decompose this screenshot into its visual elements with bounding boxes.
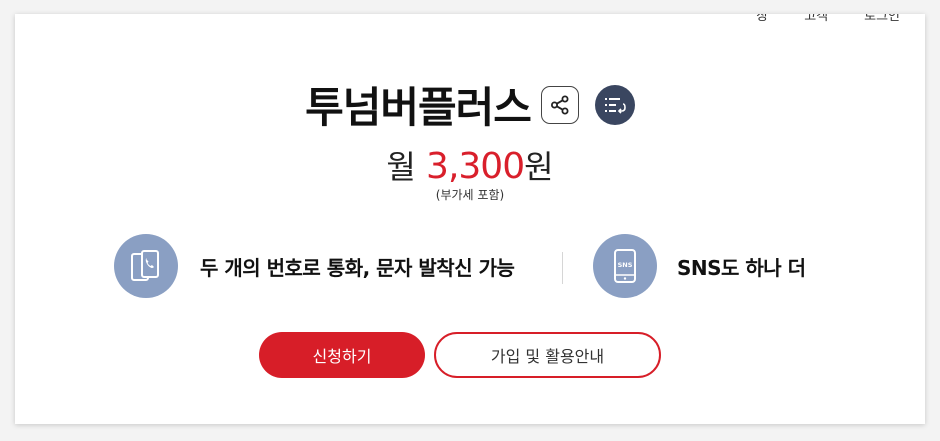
- price-suffix: 원: [524, 148, 554, 186]
- price-amount: 3,300: [426, 146, 525, 187]
- plan-card: 장 고객 로그인 투넘버플러스 월 3,300원 (부가세 포함) 두 개의 번…: [15, 14, 925, 424]
- top-links: 장 고객 로그인: [756, 14, 900, 24]
- sns-phone-icon: SNS: [614, 249, 636, 283]
- share-button[interactable]: [540, 85, 579, 124]
- vat-note: (부가세 포함): [435, 188, 505, 202]
- phone-icon: [131, 250, 159, 281]
- list-icon: [604, 97, 626, 114]
- top-link-1[interactable]: 장: [756, 14, 768, 24]
- price: 월 3,300원: [15, 142, 925, 188]
- price-prefix: 월: [386, 148, 416, 186]
- apply-button[interactable]: 신청하기: [259, 332, 425, 378]
- feature-icon-circle: SNS: [593, 234, 657, 298]
- share-icon: [550, 95, 569, 114]
- guide-button[interactable]: 가입 및 활용안내: [434, 332, 661, 378]
- sns-icon-text: SNS: [618, 261, 633, 269]
- title-row: 투넘버플러스: [15, 74, 925, 135]
- plan-title: 투넘버플러스: [305, 83, 532, 132]
- top-link-2[interactable]: 고객: [804, 14, 828, 24]
- top-link-3[interactable]: 로그인: [864, 14, 900, 24]
- feature-divider: [562, 252, 563, 284]
- feature-sns: SNS SNS도 하나 더: [593, 234, 806, 298]
- list-button[interactable]: [594, 84, 635, 125]
- feature-label: 두 개의 번호로 통화, 문자 발착신 가능: [200, 255, 515, 280]
- feature-dual-number: 두 개의 번호로 통화, 문자 발착신 가능: [114, 234, 515, 298]
- feature-label: SNS도 하나 더: [677, 255, 806, 280]
- feature-icon-circle: [114, 234, 178, 298]
